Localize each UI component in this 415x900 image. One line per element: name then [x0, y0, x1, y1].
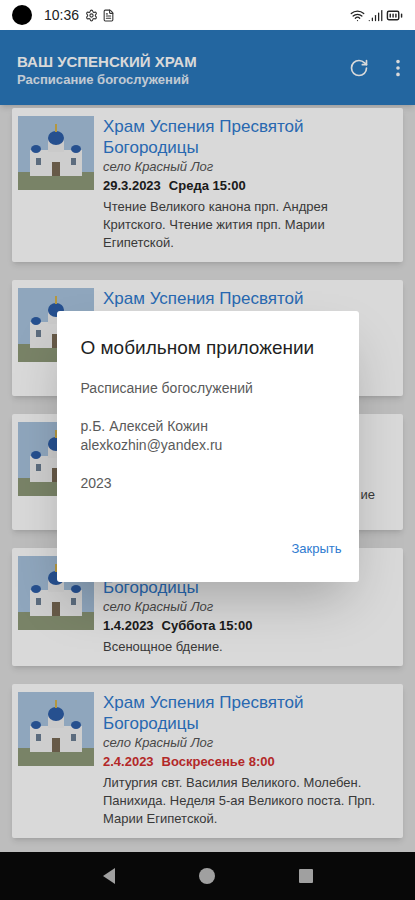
status-time: 10:36	[44, 5, 79, 26]
signal-icon	[368, 8, 383, 23]
battery-icon	[386, 7, 403, 24]
sd-card-icon	[102, 9, 115, 22]
about-dialog: О мобильном приложении Расписание богослу…	[57, 311, 359, 582]
close-button[interactable]: Закрыть	[283, 531, 349, 567]
dialog-title: О мобильном приложении	[81, 335, 350, 361]
wifi-icon	[350, 8, 365, 23]
dialog-paragraph: 2023	[81, 474, 335, 493]
dialog-line: р.Б. Алексей Кожин	[81, 417, 335, 436]
dialog-line: 2023	[81, 474, 335, 493]
app-screen: 10:36ВАШ УСПЕНСКИЙ ХРАМРасписание богосл…	[0, 0, 415, 900]
dialog-paragraph: р.Б. Алексей Кожинalexkozhin@yandex.ru	[81, 417, 335, 455]
status-bar: 10:36	[0, 0, 415, 30]
dialog-line: Расписание богослужений	[81, 379, 335, 398]
camera-dot-icon	[12, 5, 32, 25]
dialog-paragraph: Расписание богослужений	[81, 379, 335, 398]
dialog-line: alexkozhin@yandex.ru	[81, 436, 335, 455]
settings-icon	[85, 9, 98, 22]
